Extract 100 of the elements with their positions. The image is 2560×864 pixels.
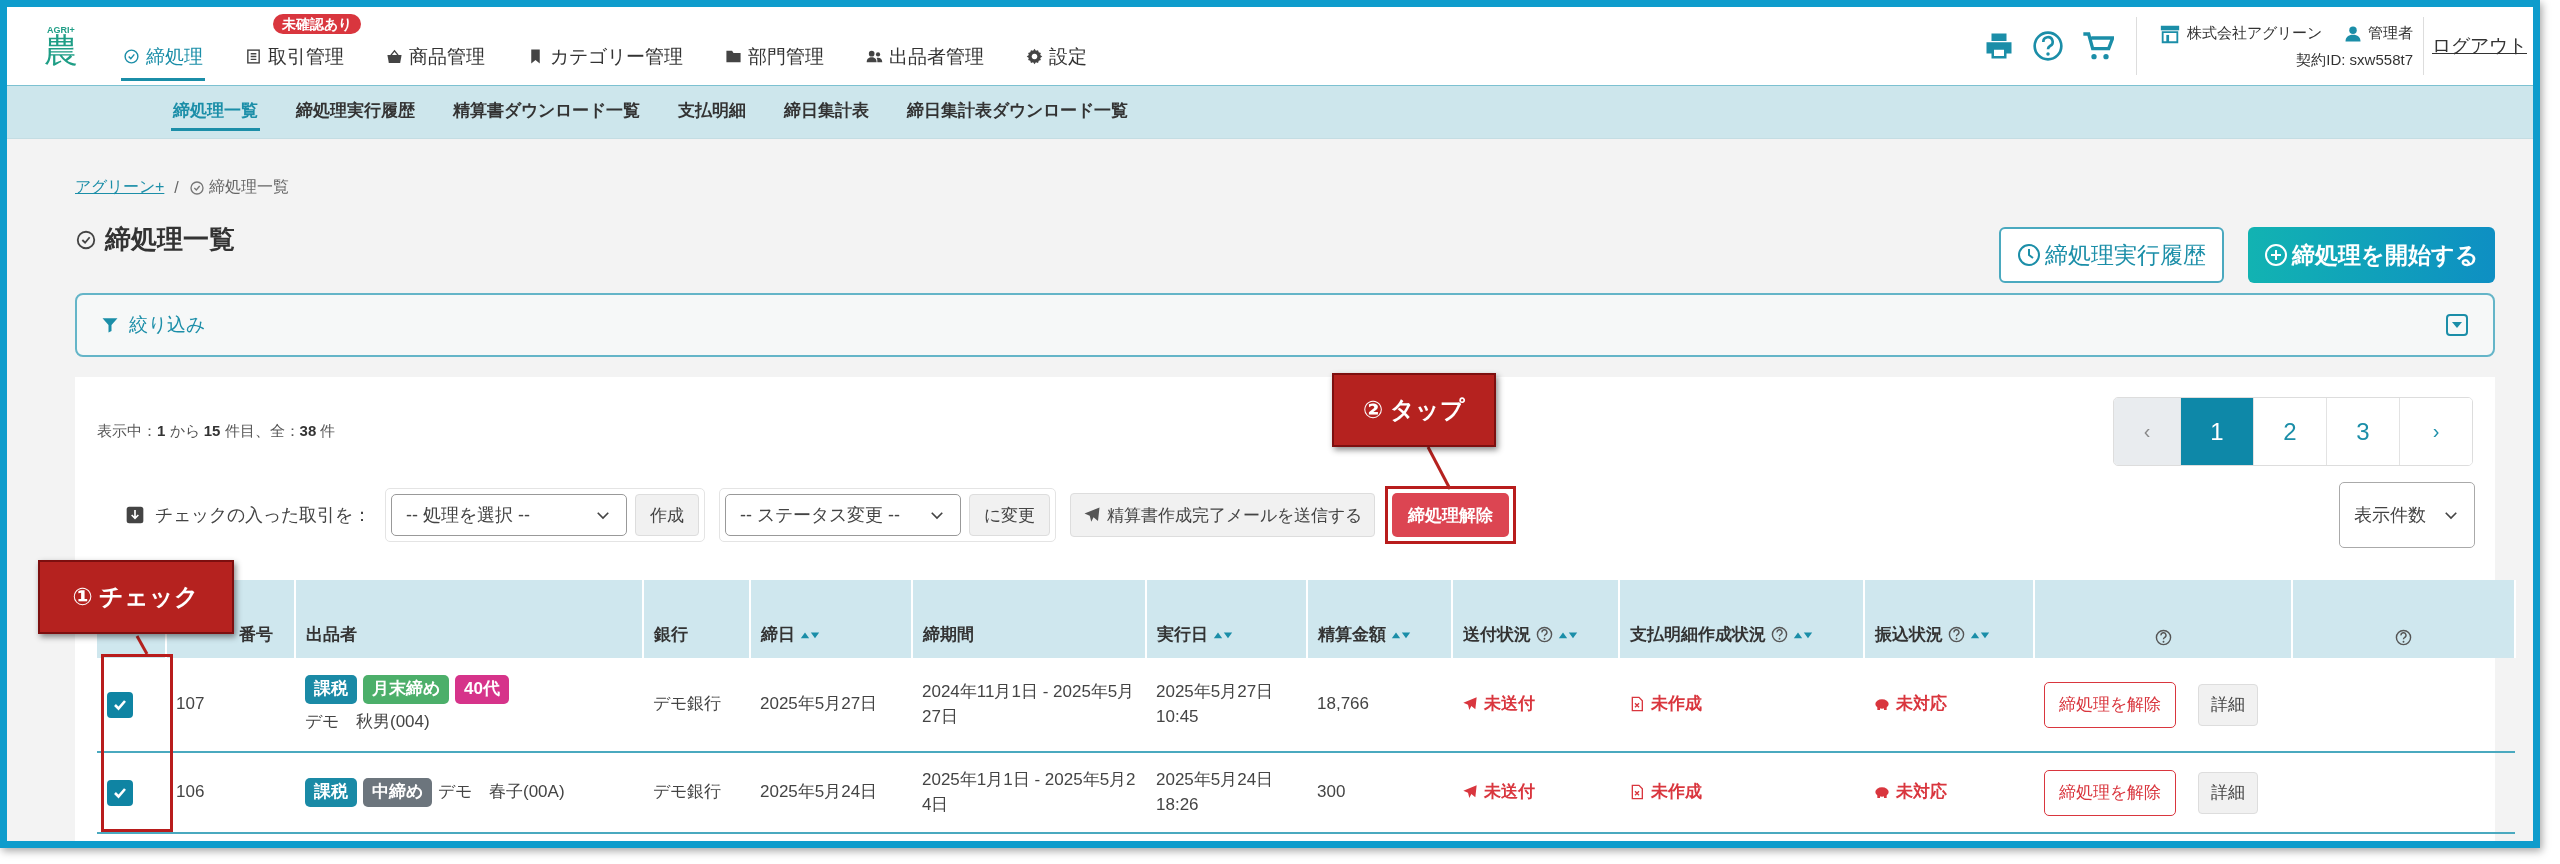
check-circle-icon [75,228,97,251]
change-button[interactable]: に変更 [969,494,1050,536]
result-summary: 表示中：1 から 15 件目、全：38 件 [97,422,336,441]
user-icon [2344,24,2362,43]
piggy-bank-icon [1874,696,1890,713]
send-mail-button[interactable]: 精算書作成完了メールを送信する [1070,493,1375,537]
history-button[interactable]: 締処理実行履歴 [1999,227,2224,283]
status-label: 未送付 [1484,781,1535,804]
table-cell: 18,766 [1307,658,1452,752]
page-title: 締処理一覧 [105,223,235,256]
status-label: 未作成 [1651,693,1702,716]
table-cell: 2025年5月24日 18:26 [1146,752,1307,833]
breadcrumb-current: 締処理一覧 [208,177,289,197]
column-header: 締期間 [923,624,974,646]
status-label: 未送付 [1484,693,1535,716]
seller-name: デモ 秋男(004) [305,710,430,733]
subnav-tab[interactable]: 支払明細 [676,93,748,131]
table-cell: 2025年5月27日 [750,658,912,752]
subnav-tab[interactable]: 締処理実行履歴 [294,93,417,131]
logo-text: AGRI+ [47,25,75,35]
status-select[interactable]: -- ステータス変更 -- [725,494,961,536]
check-circle-icon [123,48,140,65]
status-label: 未対応 [1896,781,1947,804]
callout-label: ② タップ [1332,373,1496,447]
folder-icon [725,48,742,65]
column-header: 出品者 [306,624,357,646]
leader-line [135,634,149,656]
column-header: 実行日 [1157,624,1208,646]
tag: 中締め [363,778,432,807]
paper-plane-icon [1462,784,1478,801]
table-cell: デモ銀行 [643,658,750,752]
paper-plane-icon [1462,696,1478,713]
bulk-action-label: チェックの入った取引を： [155,504,371,527]
release-row-button[interactable]: 締処理を解除 [2044,681,2176,728]
check-circle-icon [188,179,205,196]
subnav-tab[interactable]: 締日集計表 [782,93,871,131]
column-header: 番号 [239,624,273,646]
status-label: 未作成 [1651,781,1702,804]
table-cell: 2025年1月1日 - 2025年5月24日 [912,752,1146,833]
next-page-button[interactable]: › [2399,398,2472,465]
filter-icon [101,316,119,334]
nav-tab[interactable]: 出品者管理 [864,37,986,81]
nav-tab[interactable]: カテゴリー管理 [525,37,685,81]
table-cell: 2024年11月1日 - 2025年5月27日 [912,658,1146,752]
help-icon[interactable] [1771,626,1788,643]
notification-badge: 未確認あり [273,13,361,34]
user-role: 管理者 [2368,24,2413,43]
action-select[interactable]: -- 処理を選択 -- [391,494,627,536]
table-cell: 300 [1307,752,1452,833]
logout-link[interactable]: ログアウト [2424,33,2533,59]
file-x-icon [1629,696,1645,713]
nav-tab[interactable]: 締処理 [121,37,205,81]
document-icon [245,48,262,65]
status-label: 未対応 [1896,693,1947,716]
column-header: 送付状況 [1463,624,1531,646]
breadcrumb-link[interactable]: アグリーン+ [75,177,165,198]
help-icon[interactable] [1536,626,1553,643]
detail-button[interactable]: 詳細 [2198,771,2258,814]
table-cell: 106 [166,752,295,833]
release-row-button[interactable]: 締処理を解除 [2044,769,2176,816]
plus-circle-icon [2264,243,2288,267]
check-icon [113,786,127,799]
seller-name: デモ 春子(00A) [438,781,565,804]
column-header: 銀行 [654,624,688,646]
nav-tab[interactable]: 商品管理 [384,37,487,81]
filter-panel[interactable]: 絞り込み [75,293,2495,357]
column-header: 精算金額 [1318,624,1386,646]
nav-tab[interactable]: 取引管理 [243,37,346,81]
table-cell: デモ銀行 [643,752,750,833]
subnav-tab[interactable]: 締日集計表ダウンロード一覧 [905,93,1130,131]
company-name: 株式会社アグリーン [2187,24,2322,43]
column-header: 締日 [761,624,795,646]
help-icon[interactable] [2032,30,2064,62]
users-icon [866,48,883,65]
cart-icon[interactable] [2082,30,2114,62]
subnav-tab[interactable]: 精算書ダウンロード一覧 [451,93,642,131]
release-button[interactable]: 締処理解除 [1392,493,1509,537]
tag: 課税 [305,674,357,704]
table-cell: 2025年5月24日 [750,752,912,833]
nav-tab[interactable]: 設定 [1024,37,1089,81]
nav-tab[interactable]: 部門管理 [723,37,826,81]
help-icon[interactable] [2154,629,2172,646]
tag: 月末締め [363,674,449,704]
caret-down-icon[interactable] [2445,313,2469,337]
clock-icon [2017,243,2041,267]
printer-icon[interactable] [1984,31,2014,61]
contract-id: 契約ID: sxw558t7 [2296,50,2413,70]
callout-label: ① チェック [38,560,234,634]
download-icon [125,505,145,525]
table-cell: 2025年5月27日 10:45 [1146,658,1307,752]
tag: 40代 [455,674,509,704]
row-checkbox[interactable] [107,779,133,806]
create-button[interactable]: 作成 [635,494,699,536]
help-icon[interactable] [2395,629,2412,646]
help-icon[interactable] [1948,626,1965,643]
page-button[interactable]: 1 [2180,398,2253,465]
page-size-select[interactable]: 表示件数 [2339,482,2475,548]
detail-button[interactable]: 詳細 [2198,683,2258,726]
check-icon [113,698,127,711]
row-checkbox[interactable] [107,691,133,718]
